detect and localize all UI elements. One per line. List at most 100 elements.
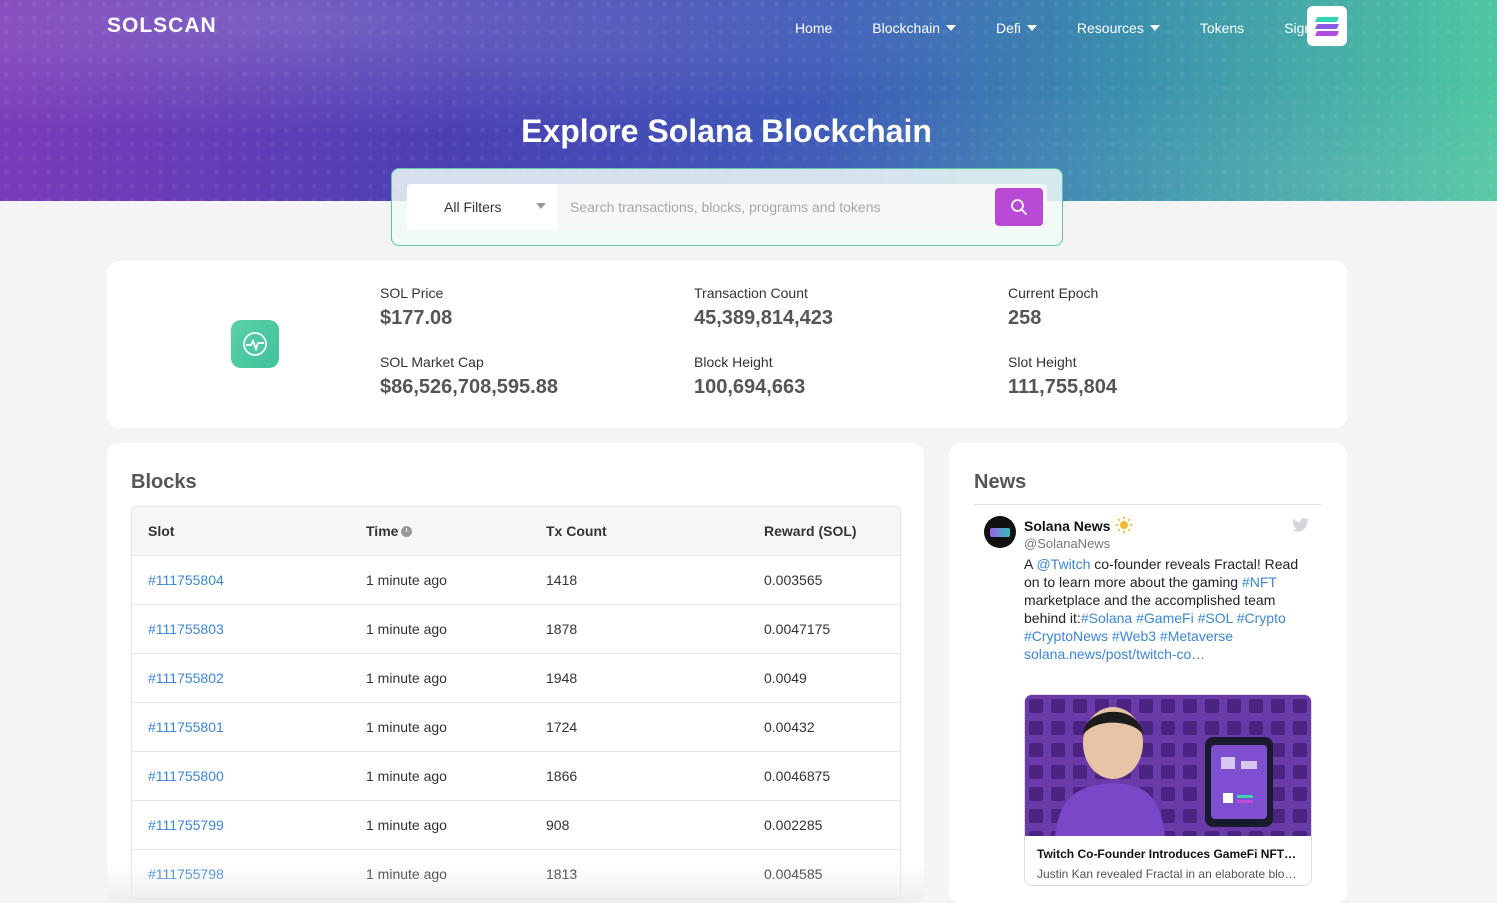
col-tx-count: Tx Count (546, 523, 607, 539)
market-cap-label: SOL Market Cap (380, 354, 484, 370)
nav-resources[interactable]: Resources (1057, 18, 1180, 38)
market-cap-value: $86,526,708,595.88 (380, 376, 558, 398)
blocks-title: Blocks (131, 471, 197, 493)
col-reward: Reward (SOL) (764, 523, 857, 539)
tweet-link[interactable]: #GameFi (1136, 610, 1194, 626)
slot-link[interactable]: #111755803 (148, 621, 224, 637)
block-tx-count: 1948 (546, 670, 578, 686)
caret-down-icon (536, 203, 546, 209)
tweet-link[interactable]: solana.news/post/twitch-co… (1024, 646, 1205, 662)
slot-link[interactable]: #111755802 (148, 670, 224, 686)
nav-resources-label: Resources (1076, 20, 1144, 36)
tx-count-stat: Transaction Count 45,389,814,423 (694, 285, 833, 330)
block-time: 1 minute ago (366, 768, 447, 784)
tweet-link[interactable]: #Metaverse (1160, 628, 1233, 644)
search-input[interactable] (557, 184, 987, 230)
sol-price-value: $177.08 (380, 307, 453, 329)
sol-price-stat: SOL Price $177.08 (380, 285, 452, 330)
search-icon (1011, 199, 1027, 215)
solscan-logo[interactable]: SOLSCAN (107, 14, 217, 38)
table-row: #111755803 1 minute ago 1878 0.0047175 (132, 605, 900, 654)
avatar[interactable] (984, 516, 1016, 548)
nav-tokens-label: Tokens (1199, 20, 1245, 36)
slot-height-label: Slot Height (1008, 354, 1077, 370)
block-reward: 0.004585 (764, 866, 823, 882)
slot-height-stat: Slot Height 111,755,804 (1008, 354, 1117, 399)
block-time: 1 minute ago (366, 719, 447, 735)
col-slot: Slot (148, 523, 175, 539)
block-reward: 0.002285 (764, 817, 823, 833)
nav-blockchain-label: Blockchain (872, 20, 940, 36)
table-header: Slot Time Tx Count Reward (SOL) (132, 507, 900, 556)
slot-link[interactable]: #111755801 (148, 719, 224, 735)
tweet-text-part: A (1024, 556, 1037, 572)
caret-down-icon (1149, 25, 1160, 31)
slot-link[interactable]: #111755798 (148, 866, 224, 882)
main-nav: Home Blockchain Defi Resources Tokens Si… (775, 18, 1347, 38)
epoch-stat: Current Epoch 258 (1008, 285, 1098, 330)
media-card-description: Justin Kan revealed Fractal in an elabor… (1037, 867, 1297, 881)
nav-blockchain[interactable]: Blockchain (852, 18, 976, 38)
block-height-label: Block Height (694, 354, 773, 370)
col-time-label: Time (366, 523, 399, 539)
block-time: 1 minute ago (366, 866, 447, 882)
epoch-label: Current Epoch (1008, 285, 1099, 301)
table-row: #111755801 1 minute ago 1724 0.00432 (132, 703, 900, 752)
solana-logo-icon (1314, 15, 1340, 38)
account-handle[interactable]: @SolanaNews (1024, 536, 1110, 551)
nav-home[interactable]: Home (775, 18, 852, 38)
slot-link[interactable]: #111755804 (148, 572, 224, 588)
slot-link[interactable]: #111755799 (148, 817, 224, 833)
slot-link[interactable]: #111755800 (148, 768, 224, 784)
block-reward: 0.0047175 (764, 621, 831, 637)
table-row: #111755798 1 minute ago 1813 0.004585 (132, 850, 900, 899)
block-tx-count: 1866 (546, 768, 578, 784)
col-time: Time (366, 523, 413, 539)
activity-icon (231, 320, 279, 368)
media-card-title: Twitch Co-Founder Introduces GameFi NFT… (1037, 847, 1297, 861)
account-name[interactable]: Solana News (1024, 518, 1110, 534)
tweet-link[interactable]: #Web3 (1112, 628, 1156, 644)
tx-count-value: 45,389,814,423 (694, 307, 834, 329)
sun-icon (1115, 516, 1133, 534)
filter-select-label: All Filters (444, 199, 502, 215)
sol-price-label: SOL Price (380, 285, 444, 301)
nav-defi-label: Defi (996, 20, 1021, 36)
table-row: #111755799 1 minute ago 908 0.002285 (132, 801, 900, 850)
block-tx-count: 1724 (546, 719, 578, 735)
slot-height-value: 111,755,804 (1008, 376, 1118, 398)
block-tx-count: 1813 (546, 866, 578, 882)
block-height-stat: Block Height 100,694,663 (694, 354, 805, 399)
tweet-media-image (1025, 695, 1311, 836)
block-time: 1 minute ago (366, 817, 447, 833)
tweet-link[interactable]: #Crypto (1237, 610, 1286, 626)
twitter-icon[interactable] (1292, 518, 1309, 532)
search-box: All Filters (391, 168, 1063, 246)
caret-down-icon (946, 25, 956, 31)
tweet-link[interactable]: #Solana (1081, 610, 1132, 626)
clock-icon[interactable] (401, 526, 413, 537)
block-tx-count: 1418 (546, 572, 578, 588)
block-time: 1 minute ago (366, 621, 447, 637)
nav-defi[interactable]: Defi (976, 18, 1057, 38)
news-card: News Solana News @SolanaNews A @Twitch c… (949, 443, 1347, 903)
block-reward: 0.00432 (764, 719, 815, 735)
block-reward: 0.0049 (764, 670, 807, 686)
tweet-link[interactable]: #NFT (1242, 574, 1277, 590)
search-button[interactable] (995, 188, 1043, 226)
filter-select[interactable]: All Filters (407, 184, 557, 230)
block-time: 1 minute ago (366, 572, 447, 588)
nav-tokens[interactable]: Tokens (1180, 18, 1264, 38)
tweet-media-card[interactable]: Twitch Co-Founder Introduces GameFi NFT…… (1024, 694, 1312, 886)
block-height-value: 100,694,663 (694, 376, 806, 398)
solana-network-button[interactable] (1307, 6, 1347, 46)
nav-home-label: Home (794, 20, 833, 36)
tweet-link[interactable]: #SOL (1198, 610, 1233, 626)
blocks-card: Blocks Slot Time Tx Count Reward (SOL) #… (107, 443, 924, 903)
block-time: 1 minute ago (366, 670, 447, 686)
tweet-text: A @Twitch co-founder reveals Fractal! Re… (1024, 555, 1314, 663)
caret-down-icon (1026, 25, 1037, 31)
block-reward: 0.003565 (764, 572, 823, 588)
tweet-link[interactable]: @Twitch (1036, 556, 1090, 572)
tweet-link[interactable]: #CryptoNews (1024, 628, 1108, 644)
